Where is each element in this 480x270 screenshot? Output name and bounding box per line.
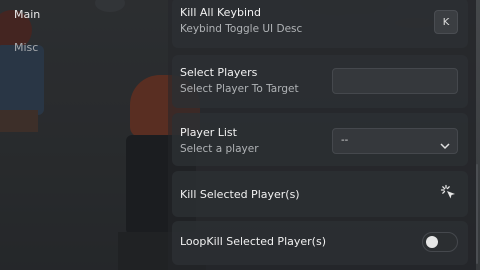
loopkill-toggle[interactable]: [422, 232, 458, 252]
kill-all-keybind-desc: Keybind Toggle UI Desc: [180, 23, 303, 35]
chevron-down-icon: [440, 136, 450, 155]
select-players-row: Select Players Select Player To Target: [172, 55, 468, 108]
pointer-click-icon: [440, 184, 458, 202]
select-players-title: Select Players: [180, 66, 258, 79]
select-players-desc: Select Player To Target: [180, 83, 299, 95]
keybind-button[interactable]: K: [434, 10, 458, 34]
player-list-title: Player List: [180, 126, 237, 139]
player-list-desc: Select a player: [180, 143, 259, 155]
kill-selected-button[interactable]: Kill Selected Player(s): [172, 171, 468, 217]
player-list-row: Player List Select a player --: [172, 113, 468, 166]
select-players-input[interactable]: [332, 68, 458, 94]
tab-misc[interactable]: Misc: [14, 41, 38, 54]
kill-selected-title: Kill Selected Player(s): [180, 188, 300, 201]
scrollbar[interactable]: [476, 164, 478, 264]
player-list-dropdown[interactable]: --: [332, 128, 458, 154]
tab-main[interactable]: Main: [14, 8, 40, 21]
loopkill-title: LoopKill Selected Player(s): [180, 235, 326, 248]
kill-all-keybind-row: Kill All Keybind Keybind Toggle UI Desc …: [172, 0, 468, 48]
sidebar: Main Misc: [0, 0, 168, 270]
toggle-knob: [426, 236, 438, 248]
loopkill-row: LoopKill Selected Player(s): [172, 221, 468, 265]
dropdown-selected-value: --: [341, 135, 349, 146]
kill-all-keybind-title: Kill All Keybind: [180, 6, 261, 19]
